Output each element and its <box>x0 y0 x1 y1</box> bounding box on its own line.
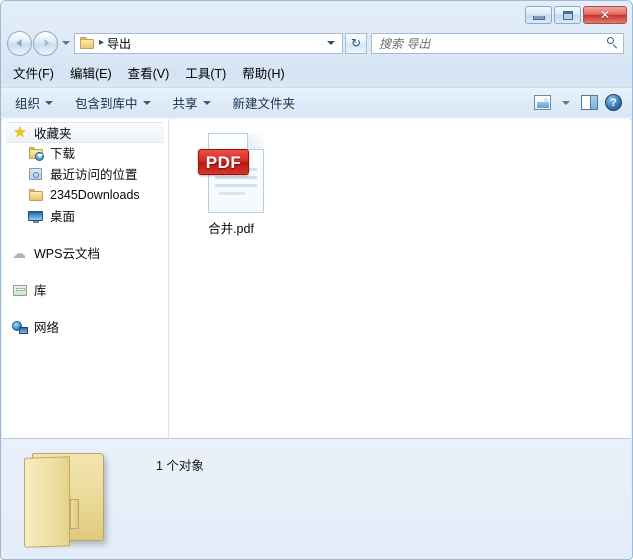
watermark-line-1: 水印 <box>561 522 589 534</box>
maximize-icon <box>562 10 573 20</box>
share-button[interactable]: 共享 <box>173 93 211 112</box>
pdf-badge: PDF <box>198 149 249 175</box>
star-icon: ★ <box>13 123 27 141</box>
recent-places-icon <box>28 166 44 182</box>
title-bar: ✕ <box>1 1 632 27</box>
menu-item-file[interactable]: 文件(F) <box>13 63 54 82</box>
sidebar-item-label: 网络 <box>34 321 60 335</box>
back-button[interactable] <box>7 30 32 56</box>
minimize-icon <box>532 15 545 20</box>
sidebar-item-2345downloads[interactable]: 2345Downloads <box>2 184 168 205</box>
explorer-window: ✕ ▸ 导出 ↻ 搜索 导出 文件(F) 编辑(E) 查看(V) 工具(T) 帮… <box>0 0 633 560</box>
help-glyph: ? <box>610 96 617 109</box>
chevron-down-icon <box>142 100 151 105</box>
include-in-library-button[interactable]: 包含到库中 <box>75 93 151 112</box>
toolbar-right-group: ? <box>534 94 626 111</box>
item-count-status: 1 个对象 <box>156 459 204 473</box>
refresh-icon: ↻ <box>350 36 362 50</box>
breadcrumb-path[interactable]: 导出 <box>107 35 131 52</box>
help-icon[interactable]: ? <box>605 94 622 111</box>
folder-icon <box>28 187 44 203</box>
include-in-library-label: 包含到库中 <box>75 97 138 111</box>
search-input-placeholder[interactable]: 搜索 导出 <box>379 35 607 52</box>
menu-item-view[interactable]: 查看(V) <box>128 63 170 82</box>
organize-label: 组织 <box>15 97 41 111</box>
chevron-down-icon <box>45 100 54 105</box>
menu-item-tools[interactable]: 工具(T) <box>185 63 226 82</box>
sidebar-item-label: 收藏夹 <box>34 127 72 141</box>
minimize-button[interactable] <box>525 6 552 24</box>
new-folder-label: 新建文件夹 <box>232 97 296 111</box>
sidebar-item-label: 桌面 <box>50 210 76 224</box>
details-pane: 1 个对象 水印 水印文字 <box>2 438 631 559</box>
close-icon: ✕ <box>599 8 611 22</box>
close-button[interactable]: ✕ <box>583 6 627 24</box>
preview-pane-icon[interactable] <box>581 95 598 110</box>
sidebar-item-libraries[interactable]: 库 <box>2 279 168 300</box>
sidebar-item-label: 最近访问的位置 <box>50 168 138 182</box>
watermark: 水印 水印文字 <box>561 519 617 553</box>
search-icon <box>607 37 619 49</box>
downloads-icon <box>28 145 44 161</box>
history-dropdown-icon[interactable] <box>62 41 70 45</box>
forward-button[interactable] <box>33 30 58 56</box>
command-toolbar: 组织 包含到库中 共享 新建文件夹 ? <box>1 87 632 117</box>
folder-icon <box>80 36 95 50</box>
menu-item-help[interactable]: 帮助(H) <box>242 63 284 82</box>
network-icon <box>12 319 28 335</box>
sidebar-item-desktop[interactable]: 桌面 <box>2 205 168 226</box>
sidebar-item-label: WPS云文档 <box>34 247 100 261</box>
sidebar-item-label: 下载 <box>50 147 76 161</box>
sidebar-item-label: 库 <box>34 284 47 298</box>
pdf-badge-label: PDF <box>205 152 242 172</box>
content-area: ★ 收藏夹 下载 最近访问的位置 2345Downloads 桌面 ☁ WPS云… <box>2 119 631 438</box>
breadcrumb-separator-icon: ▸ <box>99 37 105 48</box>
search-box[interactable]: 搜索 导出 <box>371 32 624 54</box>
cloud-icon: ☁ <box>12 244 26 261</box>
navigation-pane: ★ 收藏夹 下载 最近访问的位置 2345Downloads 桌面 ☁ WPS云… <box>2 119 168 438</box>
library-icon <box>12 282 28 298</box>
file-item[interactable]: PDF 合并.pdf <box>183 131 279 237</box>
menu-item-edit[interactable]: 编辑(E) <box>70 63 112 82</box>
address-bar[interactable]: ▸ 导出 <box>74 32 343 54</box>
organize-button[interactable]: 组织 <box>15 93 54 112</box>
share-label: 共享 <box>172 97 198 111</box>
view-mode-chevron-down-icon[interactable] <box>562 100 570 105</box>
sidebar-item-favorites[interactable]: ★ 收藏夹 <box>6 122 164 143</box>
pdf-file-icon: PDF <box>198 131 264 215</box>
new-folder-button[interactable]: 新建文件夹 <box>233 93 296 112</box>
maximize-button[interactable] <box>554 6 581 24</box>
menu-bar: 文件(F) 编辑(E) 查看(V) 工具(T) 帮助(H) <box>1 61 632 83</box>
sidebar-item-downloads[interactable]: 下载 <box>2 142 168 163</box>
sidebar-item-label: 2345Downloads <box>50 187 140 202</box>
page-fold-corner <box>247 133 264 150</box>
sidebar-item-network[interactable]: 网络 <box>2 316 168 337</box>
sidebar-item-recent-places[interactable]: 最近访问的位置 <box>2 163 168 184</box>
window-controls: ✕ <box>525 6 627 24</box>
sidebar-item-wps-cloud[interactable]: ☁ WPS云文档 <box>2 242 168 263</box>
address-bar-row: ▸ 导出 ↻ 搜索 导出 <box>1 28 632 58</box>
file-list-pane[interactable]: PDF 合并.pdf <box>169 119 631 438</box>
refresh-button[interactable]: ↻ <box>345 32 367 54</box>
watermark-line-2: 水印文字 <box>561 540 617 552</box>
view-mode-icon[interactable] <box>534 95 551 110</box>
desktop-icon <box>28 208 44 224</box>
file-name-label: 合并.pdf <box>208 222 254 236</box>
chevron-down-icon <box>202 100 211 105</box>
folder-icon <box>24 447 116 549</box>
address-dropdown-icon[interactable] <box>327 41 335 45</box>
